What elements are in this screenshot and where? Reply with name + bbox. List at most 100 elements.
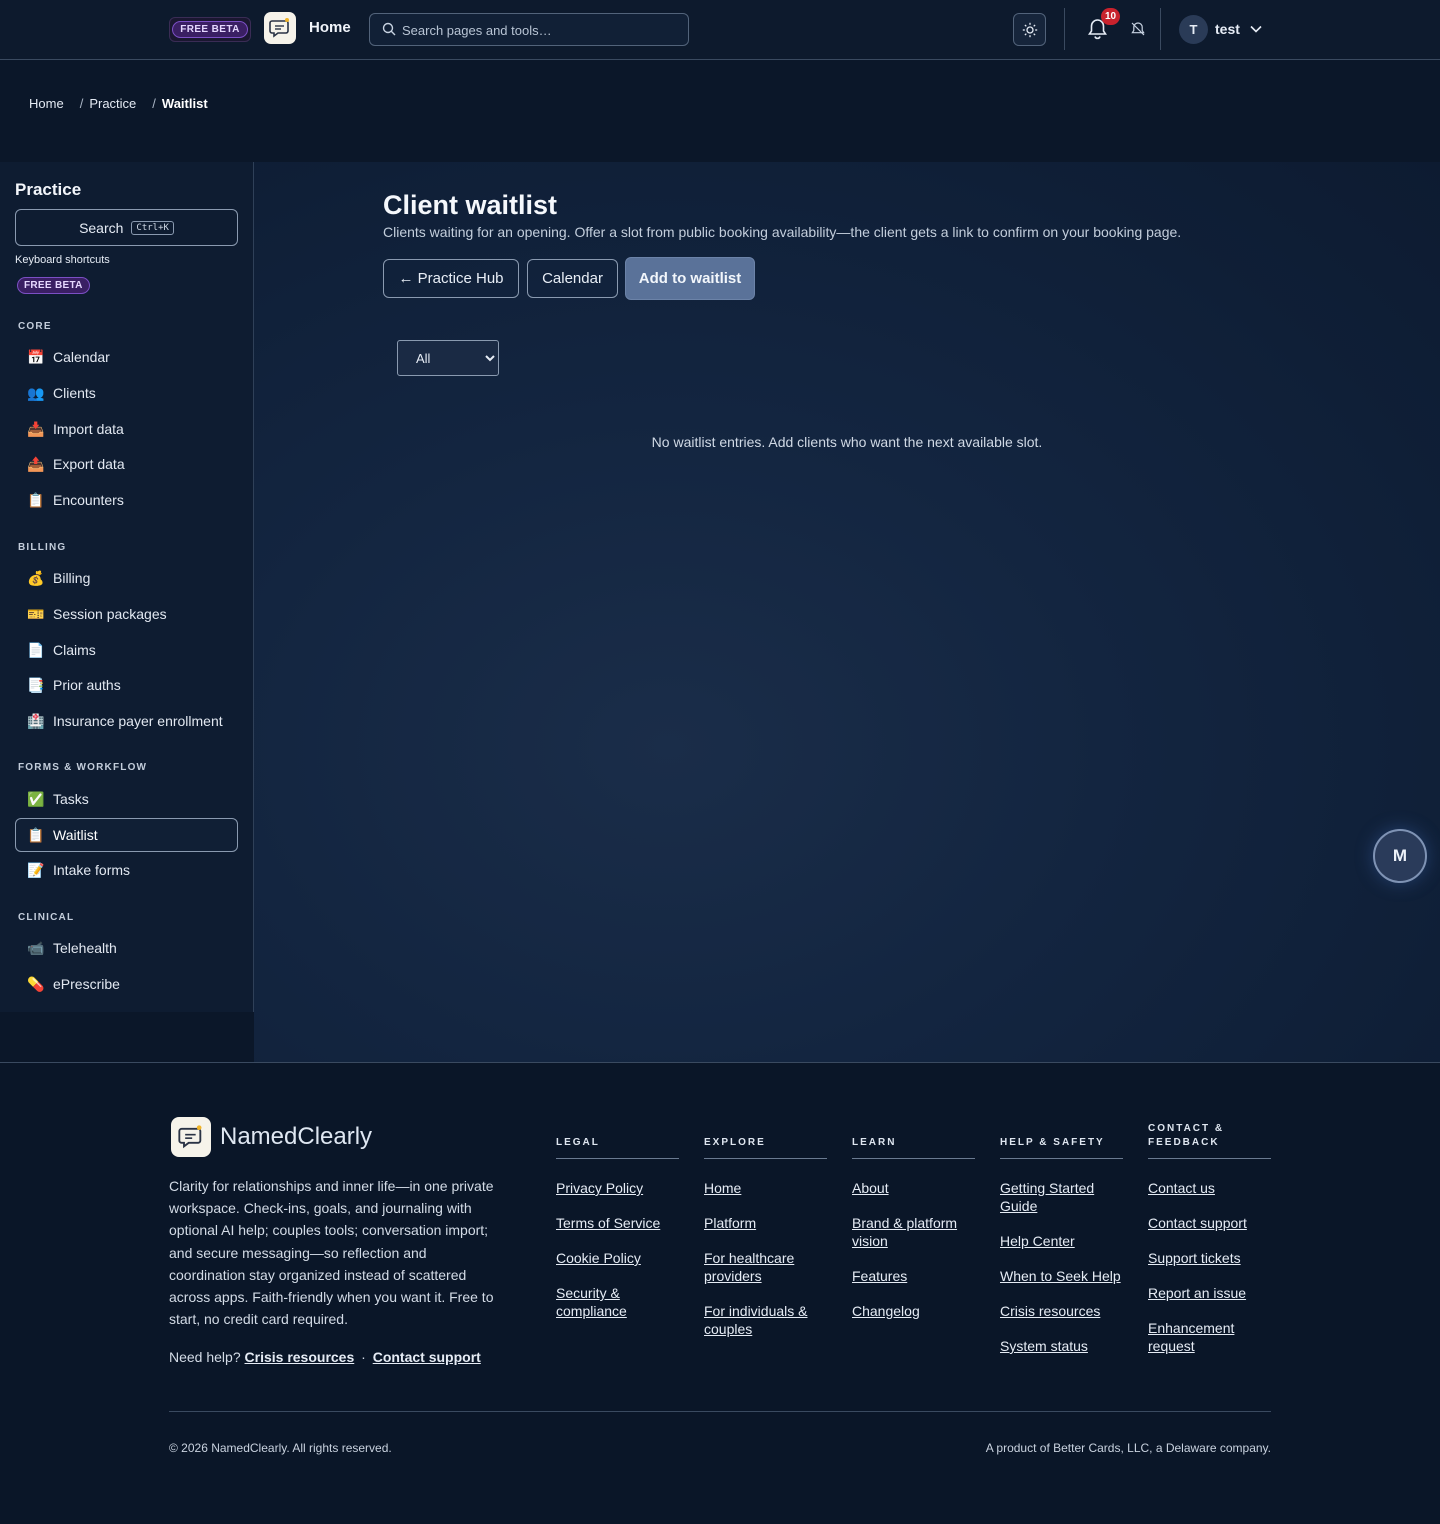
sidebar-item-export-data[interactable]: 📤 Export data xyxy=(15,447,238,481)
footer-link[interactable]: Changelog xyxy=(852,1302,975,1320)
sidebar-item-import-data[interactable]: 📥 Import data xyxy=(15,412,238,446)
footer-link[interactable]: Home xyxy=(704,1179,827,1197)
breadcrumb-home[interactable]: Home xyxy=(29,96,64,111)
clipboard-icon: 📋 xyxy=(27,491,45,508)
breadcrumb-current: Waitlist xyxy=(161,96,208,111)
sidebar-item-waitlist[interactable]: 📋 Waitlist xyxy=(15,818,238,852)
sidebar-item-calendar[interactable]: 📅 Calendar xyxy=(15,340,238,374)
footer-link[interactable]: Privacy Policy xyxy=(556,1179,679,1197)
breadcrumb-bar: Home / Practice / Waitlist xyxy=(0,60,1440,162)
footer-column-heading: CONTACT & FEEDBACK xyxy=(1148,1121,1271,1159)
footer-link[interactable]: Report an issue xyxy=(1148,1284,1271,1302)
footer-brand-name: NamedClearly xyxy=(220,1123,373,1150)
keyboard-shortcuts-link[interactable]: Keyboard shortcuts xyxy=(15,254,110,266)
sidebar-item-label: Encounters xyxy=(53,492,124,508)
sidebar-item-label: Insurance payer enrollment xyxy=(53,713,223,729)
floating-assistant-button[interactable]: M xyxy=(1373,829,1427,883)
footer-link[interactable]: Brand & platform vision xyxy=(852,1214,975,1250)
bell-off-icon[interactable] xyxy=(1130,21,1146,42)
contact-support-link[interactable]: Contact support xyxy=(373,1349,481,1365)
footer-link[interactable]: Features xyxy=(852,1267,975,1285)
sidebar-search-label: Search xyxy=(79,219,124,236)
sidebar-item-label: Tasks xyxy=(53,791,89,807)
footer-column-help-safety: HELP & SAFETY Getting Started Guide Help… xyxy=(1000,1121,1123,1372)
footer-link[interactable]: Support tickets xyxy=(1148,1249,1271,1267)
sidebar-item-tasks[interactable]: ✅ Tasks xyxy=(15,782,238,816)
sidebar-item-intake-forms[interactable]: 📝 Intake forms xyxy=(15,853,238,887)
sidebar-item-label: Claims xyxy=(53,642,96,658)
sidebar-item-label: Calendar xyxy=(53,349,110,365)
app-logo-icon[interactable] xyxy=(264,12,296,44)
money-bag-icon: 💰 xyxy=(27,569,45,586)
footer-blurb: Clarity for relationships and inner life… xyxy=(169,1178,494,1328)
calendar-button[interactable]: Calendar xyxy=(527,259,618,298)
sidebar-item-prior-auths[interactable]: 📑 Prior auths xyxy=(15,668,238,702)
footer-link[interactable]: System status xyxy=(1000,1337,1123,1355)
practice-hub-button[interactable]: ← Practice Hub xyxy=(383,259,519,298)
footer-link[interactable]: Cookie Policy xyxy=(556,1249,679,1267)
breadcrumb-separator: / xyxy=(152,96,156,111)
site-footer: NamedClearly Clarity for relationships a… xyxy=(0,1062,1440,1524)
top-nav-bar: FREE BETA Home 10 T test xyxy=(0,0,1440,60)
footer-link[interactable]: For healthcare providers xyxy=(704,1249,827,1285)
sidebar-item-eprescribe[interactable]: 💊 ePrescribe xyxy=(15,967,238,1001)
global-search[interactable] xyxy=(369,13,689,46)
footer-column-heading: LEARN xyxy=(852,1121,975,1159)
footer-link[interactable]: Security & compliance xyxy=(556,1284,679,1320)
copyright: © 2026 NamedClearly. All rights reserved… xyxy=(169,1441,392,1455)
help-separator: · xyxy=(361,1349,366,1365)
sidebar-search-button[interactable]: Search Ctrl+K xyxy=(15,209,238,246)
footer-link[interactable]: Help Center xyxy=(1000,1232,1123,1250)
beta-badge: FREE BETA xyxy=(17,277,90,294)
footer-link[interactable]: Platform xyxy=(704,1214,827,1232)
main-content: Client waitlist Clients waiting for an o… xyxy=(254,162,1440,1062)
pill-icon: 💊 xyxy=(27,975,45,992)
beta-badge: FREE BETA xyxy=(169,17,251,42)
add-to-waitlist-button[interactable]: Add to waitlist xyxy=(625,257,755,300)
footer-link[interactable]: Contact us xyxy=(1148,1179,1271,1197)
footer-link[interactable]: When to Seek Help xyxy=(1000,1267,1123,1285)
chevron-down-icon[interactable] xyxy=(1250,24,1262,34)
footer-help-line: Need help? Crisis resources · Contact su… xyxy=(169,1349,481,1365)
sidebar-item-label: Billing xyxy=(53,570,91,586)
memo-icon: 📝 xyxy=(27,861,45,878)
company-line: A product of Better Cards, LLC, a Delawa… xyxy=(985,1441,1271,1455)
home-link[interactable]: Home xyxy=(309,19,351,36)
outbox-tray-icon: 📤 xyxy=(27,455,45,472)
breadcrumb-practice[interactable]: Practice xyxy=(89,96,136,111)
footer-link[interactable]: For individuals & couples xyxy=(704,1302,827,1338)
crisis-resources-link[interactable]: Crisis resources xyxy=(245,1349,355,1365)
theme-toggle-button[interactable] xyxy=(1013,13,1046,46)
footer-link[interactable]: Crisis resources xyxy=(1000,1302,1123,1320)
people-icon: 👥 xyxy=(27,384,45,401)
footer-link[interactable]: Contact support xyxy=(1148,1214,1271,1232)
section-billing: BILLING xyxy=(18,542,67,553)
sidebar-item-session-packages[interactable]: 🎫 Session packages xyxy=(15,597,238,631)
user-menu-name[interactable]: test xyxy=(1215,21,1240,37)
sidebar-item-billing[interactable]: 💰 Billing xyxy=(15,561,238,595)
sidebar-item-insurance-payer-enrollment[interactable]: 🏥 Insurance payer enrollment xyxy=(15,704,238,738)
clipboard-icon: 📋 xyxy=(27,826,45,843)
sidebar-item-label: Prior auths xyxy=(53,677,121,693)
breadcrumb: Home / Practice / Waitlist xyxy=(29,96,208,111)
sidebar-item-claims[interactable]: 📄 Claims xyxy=(15,633,238,667)
status-filter-select[interactable]: All xyxy=(397,340,499,376)
section-clinical: CLINICAL xyxy=(18,912,75,923)
footer-link[interactable]: Terms of Service xyxy=(556,1214,679,1232)
calendar-icon: 📅 xyxy=(27,348,45,365)
footer-column-heading: LEGAL xyxy=(556,1121,679,1159)
footer-column-learn: LEARN About Brand & platform vision Feat… xyxy=(852,1121,975,1337)
shortcut-hint: Ctrl+K xyxy=(131,220,174,235)
video-camera-icon: 📹 xyxy=(27,939,45,956)
footer-link[interactable]: Enhancement request xyxy=(1148,1319,1271,1355)
search-input[interactable] xyxy=(402,20,682,40)
avatar[interactable]: T xyxy=(1179,15,1208,44)
footer-column-heading: HELP & SAFETY xyxy=(1000,1121,1123,1159)
footer-link[interactable]: Getting Started Guide xyxy=(1000,1179,1123,1215)
sidebar-item-clients[interactable]: 👥 Clients xyxy=(15,376,238,410)
footer-link[interactable]: About xyxy=(852,1179,975,1197)
sidebar-item-telehealth[interactable]: 📹 Telehealth xyxy=(15,931,238,965)
page-title: Client waitlist xyxy=(383,190,558,220)
sidebar-item-encounters[interactable]: 📋 Encounters xyxy=(15,483,238,517)
empty-state-message: No waitlist entries. Add clients who wan… xyxy=(651,434,1043,450)
